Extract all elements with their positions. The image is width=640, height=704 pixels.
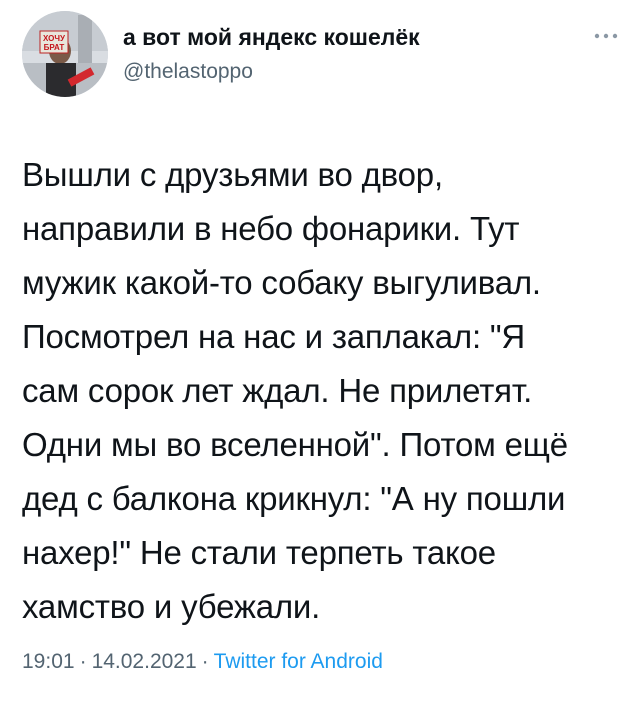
tweet-text-line: Посмотрел на нас и заплакал: "Я — [22, 318, 526, 355]
tweet-text-line: мужик какой-то собаку выгуливал. — [22, 264, 541, 301]
tweet-meta: 19:01 · 14.02.2021 · Twitter for Android — [22, 650, 383, 674]
author-display-name[interactable]: а вот мой яндекс кошелёк — [123, 24, 420, 51]
tweet-time[interactable]: 19:01 — [22, 650, 75, 673]
tweet-date[interactable]: 14.02.2021 — [92, 650, 197, 673]
tweet-text-line: нахер!" Не стали терпеть такое — [22, 534, 496, 571]
tweet-text-line: направили в небо фонарики. Тут — [22, 210, 520, 247]
tweet-source-link[interactable]: Twitter for Android — [214, 650, 383, 673]
avatar-sign-line-1: ХОЧУ — [43, 34, 66, 43]
avatar[interactable]: ХОЧУ БРАТ — [22, 11, 108, 97]
author-handle[interactable]: @thelastoppo — [123, 60, 253, 84]
avatar-sign-line-2: БРАТ — [44, 43, 65, 52]
meta-separator: · — [79, 650, 87, 673]
more-horizontal-icon — [594, 33, 618, 39]
tweet-text: Вышли с друзьями во двор, направили в не… — [22, 148, 632, 634]
tweet-text-line: дед с балкона крикнул: "А ну пошли — [22, 480, 566, 517]
more-options-button[interactable] — [590, 26, 622, 46]
meta-separator: · — [201, 650, 209, 673]
tweet-text-line: сам сорок лет ждал. Не прилетят. — [22, 372, 533, 409]
avatar-image: ХОЧУ БРАТ — [22, 11, 108, 97]
tweet-text-line: Одни мы во вселенной". Потом ещё — [22, 426, 568, 463]
tweet-card: ХОЧУ БРАТ а вот мой яндекс кошелёк @thel… — [0, 0, 640, 704]
tweet-text-line: Вышли с друзьями во двор, — [22, 156, 443, 193]
tweet-text-line: хамство и убежали. — [22, 588, 321, 625]
